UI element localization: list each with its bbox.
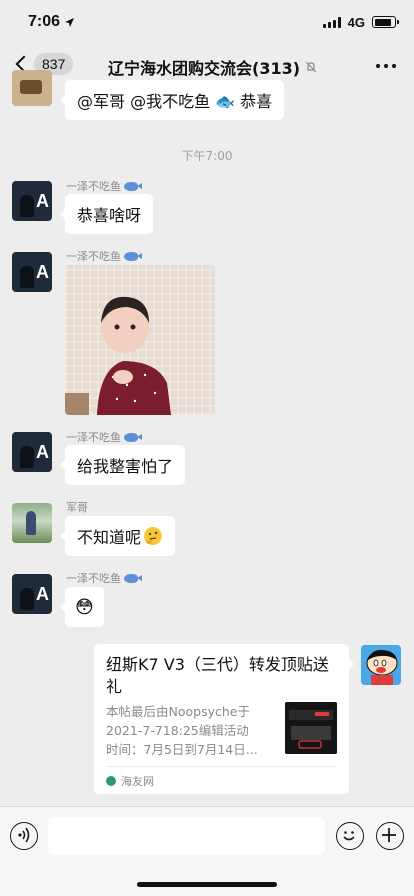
voice-icon	[18, 827, 30, 843]
more-options-button[interactable]	[376, 64, 396, 68]
sender-name: 军哥	[66, 501, 88, 514]
message-bubble[interactable]: 恭喜啥呀	[59, 194, 154, 234]
message-text: @军哥 @我不吃鱼 🐟 恭喜	[77, 92, 273, 111]
home-indicator[interactable]	[137, 882, 277, 887]
chat-title: 辽宁海水团购交流会(313)	[108, 55, 318, 79]
location-arrow-icon	[65, 17, 75, 27]
chat-title-text: 辽宁海水团购交流会(313)	[108, 59, 301, 78]
emoji-button[interactable]	[336, 822, 364, 850]
fish-icon	[124, 573, 142, 583]
sender-name: 一泽不吃鱼	[66, 178, 142, 194]
message-text: 不知道呢	[77, 528, 142, 547]
status-right: 4G	[322, 14, 399, 30]
cartoon-avatar	[361, 645, 401, 685]
avatar-self[interactable]	[361, 645, 401, 685]
thinking-face-icon	[144, 527, 163, 545]
plus-icon	[382, 828, 396, 842]
card-desc-line: 2021-7-718:25编辑活动	[106, 723, 249, 738]
avatar[interactable]	[12, 503, 52, 543]
network-label: 4G	[347, 14, 365, 30]
fish-icon	[124, 181, 142, 191]
avatar[interactable]	[12, 70, 52, 106]
sender-name: 一泽不吃鱼	[66, 429, 142, 445]
message-bubble[interactable]: 😳	[60, 587, 104, 627]
fish-icon	[124, 432, 142, 442]
card-source-label: 海友网	[121, 775, 154, 788]
avatar[interactable]: A	[12, 181, 52, 221]
card-desc-line: 时间：7月5日到7月14日...	[106, 742, 258, 757]
card-source: 海友网	[106, 773, 154, 789]
message-text: 给我整害怕了	[77, 457, 174, 476]
message-bubble[interactable]: 给我整害怕了	[59, 445, 186, 485]
sender-name: 一泽不吃鱼	[66, 570, 142, 586]
message-bubble[interactable]: @军哥 @我不吃鱼 🐟 恭喜	[59, 80, 285, 120]
link-card[interactable]: 纽斯K7 V3（三代）转发顶贴送礼 本帖最后由Noopsyche于 2021-7…	[94, 644, 354, 794]
mute-bell-icon	[305, 61, 317, 73]
smiley-icon	[343, 831, 355, 841]
baby-photo	[65, 296, 171, 415]
time-text: 7:06	[28, 13, 61, 30]
avatar[interactable]: A	[12, 432, 52, 472]
status-bar: 7:06 4G	[0, 0, 414, 44]
card-divider	[106, 766, 337, 767]
message-text: 恭喜啥呀	[77, 206, 142, 225]
add-button[interactable]	[376, 822, 404, 850]
card-desc-line: 本帖最后由Noopsyche于	[106, 704, 250, 719]
card-description: 本帖最后由Noopsyche于 2021-7-718:25编辑活动 时间：7月5…	[106, 702, 276, 759]
message-timestamp: 下午7:00	[181, 149, 233, 163]
message-image[interactable]	[65, 265, 215, 415]
battery-icon	[372, 16, 399, 28]
avatar[interactable]: A	[12, 574, 52, 614]
card-title: 纽斯K7 V3（三代）转发顶贴送礼	[106, 655, 329, 696]
fish-icon	[124, 251, 142, 261]
source-logo-icon	[106, 776, 116, 786]
sender-name: 一泽不吃鱼	[66, 248, 142, 264]
voice-button[interactable]	[10, 822, 38, 850]
signal-icon	[322, 16, 341, 28]
flushed-face-emoji: 😳	[75, 596, 94, 618]
avatar[interactable]: A	[12, 252, 52, 292]
message-input[interactable]	[48, 817, 325, 855]
message-bubble[interactable]: 不知道呢	[59, 516, 176, 556]
status-time: 7:06	[28, 13, 75, 31]
card-thumbnail	[285, 702, 337, 754]
